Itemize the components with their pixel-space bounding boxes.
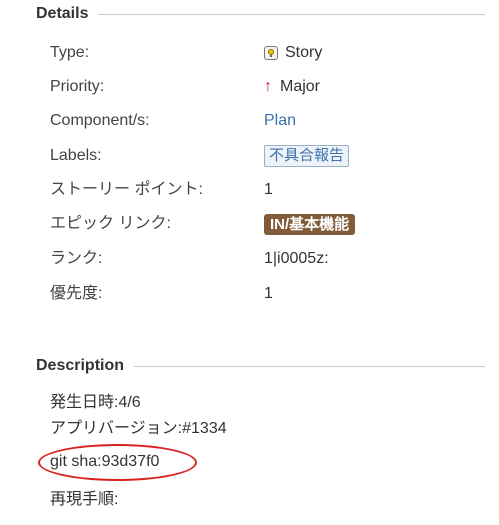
field-row-priority-level: 優先度: 1 bbox=[0, 281, 499, 307]
priority-level-label: 優先度: bbox=[50, 285, 103, 302]
priority-value-text: Major bbox=[280, 78, 321, 95]
story-points-value: 1 bbox=[264, 181, 273, 198]
story-points-label: ストーリー ポイント: bbox=[50, 181, 203, 198]
priority-value: ↑ Major bbox=[264, 74, 320, 100]
type-value: Story bbox=[264, 40, 322, 66]
labels-value: 不具合報告 bbox=[264, 143, 350, 169]
field-row-type: Type: Story bbox=[0, 40, 499, 66]
arrow-up-icon: ↑ bbox=[264, 78, 272, 95]
type-label: Type: bbox=[50, 44, 90, 61]
type-value-text: Story bbox=[285, 44, 323, 61]
labels-label: Labels: bbox=[50, 147, 102, 164]
epic-link-label: エピック リンク: bbox=[50, 215, 171, 232]
components-label: Component/s: bbox=[50, 112, 150, 129]
annotation-highlight-ellipse bbox=[38, 444, 197, 481]
rank-label: ランク: bbox=[50, 250, 103, 267]
rank-value: 1|i0005z: bbox=[264, 250, 329, 267]
field-row-priority: Priority: ↑ Major bbox=[0, 74, 499, 100]
description-line-repro-steps: 再現手順: bbox=[50, 491, 119, 508]
description-title: Description bbox=[36, 356, 135, 376]
story-icon bbox=[264, 46, 278, 60]
description-line-occurred: 発生日時:4/6 bbox=[50, 394, 141, 411]
field-row-epic-link: エピック リンク: IN/基本機能 bbox=[0, 211, 499, 237]
field-row-story-points: ストーリー ポイント: 1 bbox=[0, 177, 499, 203]
priority-level-value: 1 bbox=[264, 285, 273, 302]
description-line-app-version: アプリバージョン:#1334 bbox=[50, 420, 227, 437]
details-divider bbox=[36, 14, 485, 15]
field-row-labels: Labels: 不具合報告 bbox=[0, 143, 499, 169]
details-header: Details bbox=[36, 4, 485, 24]
label-chip[interactable]: 不具合報告 bbox=[264, 145, 350, 167]
details-title: Details bbox=[36, 4, 99, 24]
epic-link-chip[interactable]: IN/基本機能 bbox=[264, 213, 356, 235]
component-link-plan[interactable]: Plan bbox=[264, 108, 296, 134]
priority-label: Priority: bbox=[50, 78, 105, 95]
description-header: Description bbox=[36, 356, 485, 376]
epic-link-value: IN/基本機能 bbox=[264, 211, 356, 237]
field-row-rank: ランク: 1|i0005z: bbox=[0, 246, 499, 272]
field-row-components: Component/s: Plan bbox=[0, 108, 499, 134]
components-value: Plan bbox=[264, 108, 296, 134]
